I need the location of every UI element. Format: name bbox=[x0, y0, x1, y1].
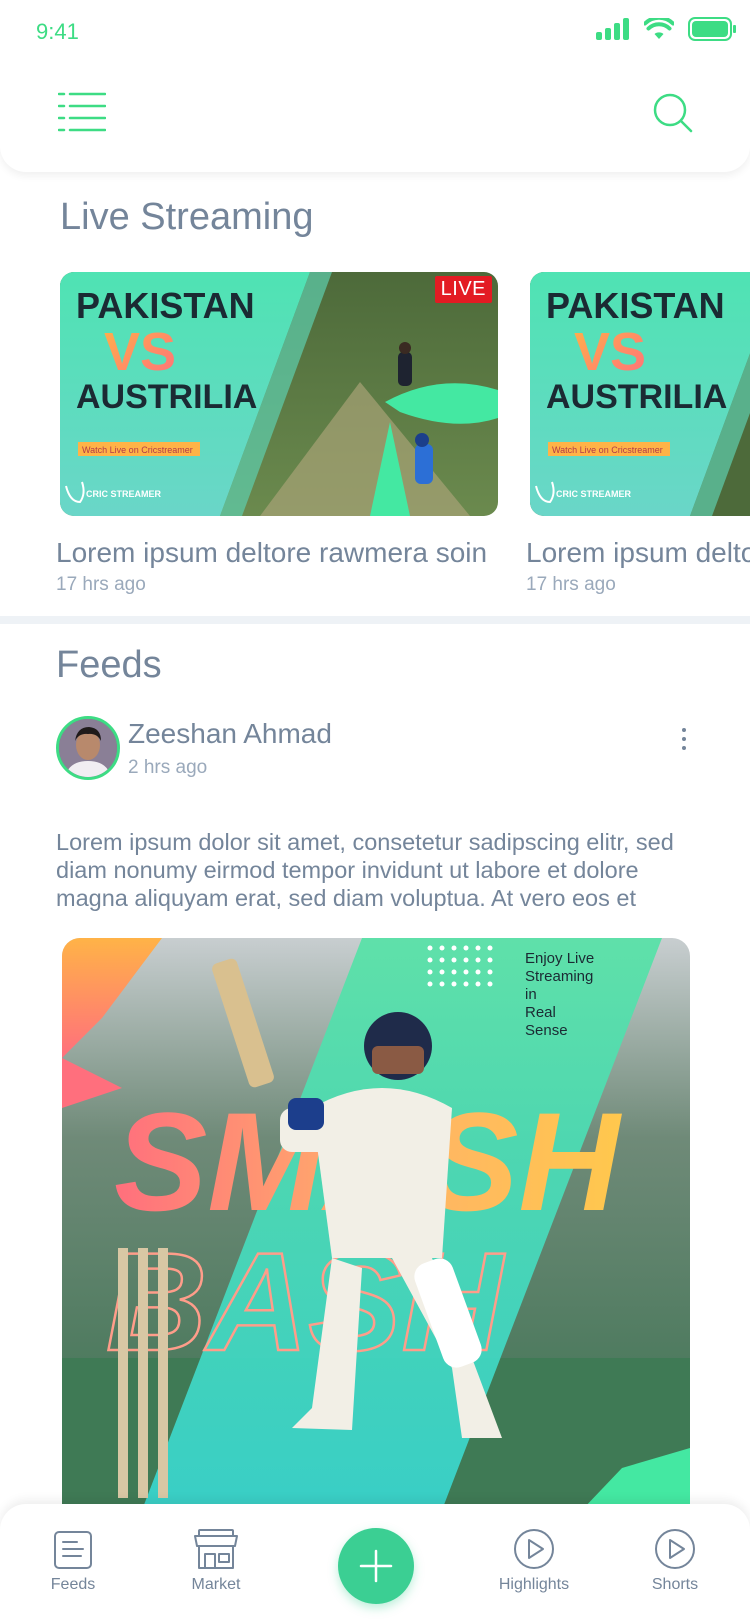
nav-label: Shorts bbox=[651, 1576, 699, 1593]
post-author-name[interactable]: Zeeshan Ahmad bbox=[128, 718, 332, 750]
play-circle-icon bbox=[655, 1529, 695, 1569]
post-text: Lorem ipsum dolor sit amet, consetetur s… bbox=[56, 829, 674, 911]
plus-icon bbox=[359, 1549, 393, 1583]
live-badge: LIVE bbox=[434, 276, 492, 303]
signal-icon bbox=[596, 18, 630, 45]
team1-label: PAKISTAN bbox=[76, 285, 255, 326]
avatar[interactable] bbox=[56, 716, 120, 780]
live-stream-carousel[interactable]: PAKISTAN VS AUSTRILIA Watch Live on Cric… bbox=[0, 272, 750, 602]
more-dot bbox=[682, 728, 686, 732]
stream-time: 17 hrs ago bbox=[56, 574, 146, 595]
team1-label: PAKISTAN bbox=[546, 285, 725, 326]
nav-item-feeds[interactable]: Feeds bbox=[40, 1504, 106, 1624]
vs-label: VS bbox=[574, 322, 646, 382]
document-icon bbox=[54, 1531, 92, 1569]
live-stream-card[interactable]: PAKISTAN VS AUSTRILIA Watch Live on Cric… bbox=[526, 272, 750, 595]
brand-label: CRIC STREAMER bbox=[86, 489, 162, 499]
status-time: 9:41 bbox=[36, 19, 79, 44]
stream-thumbnail[interactable]: PAKISTAN VS AUSTRILIA Watch Live on Cric… bbox=[530, 272, 750, 516]
tagline-label: Watch Live on Cricstreamer bbox=[82, 445, 193, 455]
stream-thumbnail[interactable]: PAKISTAN VS AUSTRILIA Watch Live on Cric… bbox=[60, 272, 498, 516]
more-dot bbox=[682, 737, 686, 741]
tagline-label: Watch Live on Cricstreamer bbox=[552, 445, 663, 455]
live-stream-card[interactable]: PAKISTAN VS AUSTRILIA Watch Live on Cric… bbox=[56, 272, 498, 595]
post-time: 2 hrs ago bbox=[128, 757, 208, 778]
promo-line: in bbox=[525, 986, 537, 1003]
top-app-bar: 9:41 bbox=[0, 0, 750, 172]
nav-label: Highlights bbox=[498, 1576, 570, 1593]
list-menu-icon bbox=[57, 92, 107, 132]
battery-icon bbox=[688, 17, 736, 46]
live-streaming-title: Live Streaming bbox=[60, 196, 314, 238]
promo-line: Streaming bbox=[525, 968, 594, 985]
promo-text: Enjoy Live Streaming in Real Sense bbox=[525, 950, 645, 1040]
more-dot bbox=[682, 746, 686, 750]
status-icons bbox=[596, 15, 736, 46]
status-bar: 9:41 bbox=[0, 0, 750, 62]
post-image[interactable]: SMASH BASH Enjoy Live Streaming in Real … bbox=[62, 938, 690, 1510]
promo-line: Sense bbox=[525, 1022, 568, 1039]
brand-label: CRIC STREAMER bbox=[556, 489, 632, 499]
nav-item-highlights[interactable]: Highlights bbox=[492, 1504, 576, 1624]
nav-label: Feeds bbox=[50, 1576, 96, 1593]
stumps bbox=[118, 1248, 168, 1498]
stream-time: 17 hrs ago bbox=[526, 574, 616, 595]
stream-title[interactable]: Lorem ipsum deltore rawmera soin bbox=[526, 537, 750, 569]
play-circle-icon bbox=[514, 1529, 554, 1569]
search-button[interactable] bbox=[652, 92, 694, 134]
promo-line: Enjoy Live bbox=[525, 950, 595, 967]
vs-label: VS bbox=[104, 322, 176, 382]
promo-line: Real bbox=[525, 1004, 556, 1021]
team2-label: AUSTRILIA bbox=[76, 378, 257, 416]
add-post-button[interactable] bbox=[338, 1528, 414, 1604]
feeds-title: Feeds bbox=[56, 644, 162, 686]
nav-label: Market bbox=[191, 1576, 241, 1593]
nav-item-market[interactable]: Market bbox=[184, 1504, 248, 1624]
nav-item-shorts[interactable]: Shorts bbox=[644, 1504, 706, 1624]
bottom-navigation: Feeds Market Highlights Shorts bbox=[0, 1504, 750, 1624]
store-icon bbox=[194, 1529, 238, 1569]
search-icon bbox=[653, 93, 693, 133]
team2-label: AUSTRILIA bbox=[546, 378, 727, 416]
section-divider bbox=[0, 616, 750, 624]
wifi-icon bbox=[643, 15, 675, 45]
stream-title[interactable]: Lorem ipsum deltore rawmera soin bbox=[56, 537, 487, 569]
more-options-button[interactable] bbox=[672, 724, 696, 754]
menu-button[interactable] bbox=[57, 92, 107, 132]
